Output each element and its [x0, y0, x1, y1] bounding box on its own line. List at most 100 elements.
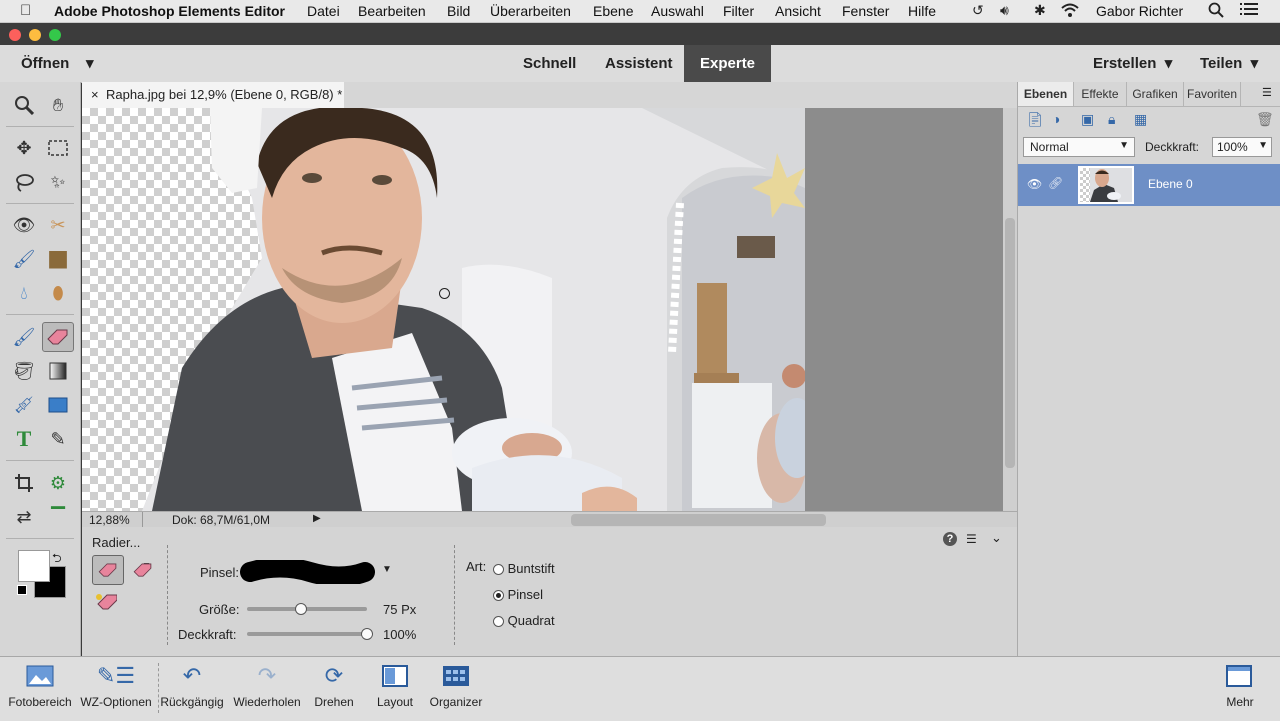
panel-menu-icon[interactable]: ☰ [1262, 86, 1272, 99]
layer-name[interactable]: Ebene 0 [1148, 177, 1193, 191]
lock-transparency-icon[interactable]: ▦ [1134, 111, 1147, 128]
move-tool-icon[interactable]: ✥ [8, 133, 40, 163]
menu-hilfe[interactable]: Hilfe [908, 3, 936, 19]
menu-fenster[interactable]: Fenster [842, 3, 889, 19]
menu-filter[interactable]: Filter [723, 3, 754, 19]
type-option-brush[interactable]: Pinsel [493, 587, 543, 602]
vertical-scrollbar[interactable] [1003, 108, 1017, 511]
background-eraser-icon[interactable] [129, 557, 157, 583]
type-option-pencil[interactable]: Buntstift [493, 561, 555, 576]
type-radio-pencil[interactable] [493, 564, 504, 576]
window-zoom-button[interactable] [49, 29, 61, 41]
tab-effects[interactable]: Effekte [1074, 82, 1127, 106]
add-layer-mask-icon[interactable]: ▣ [1081, 111, 1094, 128]
mode-quick[interactable]: Schnell [523, 45, 576, 82]
horizontal-scroll-thumb[interactable] [571, 514, 826, 526]
eyedropper-tool-icon[interactable]: 💉︎ [8, 390, 40, 420]
delete-layer-icon[interactable]: 🗑︎ [1256, 111, 1274, 128]
open-button[interactable]: Öffnen ▾ [21, 45, 94, 82]
tool-options-button[interactable]: ✎☰ WZ-Optionen [76, 657, 156, 709]
magic-wand-tool-icon[interactable]: ✨︎ [42, 167, 74, 197]
layer-opacity-input[interactable]: 100% ▼ [1212, 137, 1272, 157]
blend-mode-select[interactable]: Normal ▼ [1023, 137, 1135, 157]
eraser-mode-icon[interactable] [92, 555, 124, 585]
mode-guided[interactable]: Assistent [605, 45, 673, 82]
menu-auswahl[interactable]: Auswahl [651, 3, 704, 19]
paint-bucket-tool-icon[interactable]: 🪣︎ [8, 356, 40, 386]
window-minimize-button[interactable] [29, 29, 41, 41]
brush-picker-arrow-icon[interactable]: ▼ [382, 564, 392, 575]
options-menu-icon[interactable]: ☰ [966, 532, 977, 546]
swap-colors-icon[interactable]: ⮌ [52, 549, 62, 570]
app-name-menu[interactable]: Adobe Photoshop Elements Editor [54, 3, 285, 19]
content-aware-move-tool-icon[interactable]: ⇄ [8, 502, 40, 532]
more-button[interactable]: Mehr [1200, 657, 1280, 709]
healing-brush-tool-icon[interactable]: ✂︎ [42, 210, 74, 240]
menu-bild[interactable]: Bild [447, 3, 470, 19]
zoom-level[interactable]: 12,88% [89, 513, 130, 527]
time-machine-icon[interactable]: ↺ [972, 2, 984, 19]
status-menu-arrow-icon[interactable]: ▶ [313, 513, 321, 524]
notification-center-icon[interactable] [1240, 2, 1258, 19]
zoom-tool-icon[interactable] [8, 90, 40, 120]
photo-bin-button[interactable]: Fotobereich [0, 657, 80, 709]
sponge-tool-icon[interactable]: ⬮ [42, 278, 74, 308]
clone-stamp-tool-icon[interactable]: ⬛︎ [42, 244, 74, 274]
lock-all-icon[interactable]: 🔒︎ [1108, 111, 1115, 128]
type-option-square[interactable]: Quadrat [493, 613, 555, 628]
menu-ueberarbeiten[interactable]: Überarbeiten [490, 3, 571, 19]
opacity-slider-thumb[interactable] [361, 628, 373, 640]
new-layer-icon[interactable]: 📄︎ [1026, 111, 1044, 128]
text-tool-icon[interactable]: T [8, 424, 40, 454]
help-icon[interactable]: ? [943, 532, 957, 546]
tab-graphics[interactable]: Grafiken [1127, 82, 1184, 106]
magic-eraser-icon[interactable] [92, 589, 120, 615]
blur-tool-icon[interactable]: 💧︎ [8, 278, 40, 308]
recompose-tool-icon[interactable]: ⚙︎ [42, 468, 74, 498]
apple-icon[interactable]:  [20, 2, 31, 19]
default-colors-icon[interactable] [17, 585, 27, 595]
mode-expert[interactable]: Experte [684, 45, 772, 82]
undo-button[interactable]: ↶ Rückgängig [152, 657, 232, 709]
spotlight-search-icon[interactable] [1208, 2, 1224, 21]
document-tab[interactable]: × Rapha.jpg bei 12,9% (Ebene 0, RGB/8) * [82, 82, 345, 108]
layer-row[interactable]: 👁︎ 🔗︎ Ebene 0 [1018, 164, 1280, 206]
user-name[interactable]: Gabor Richter [1096, 3, 1183, 19]
eraser-tool-icon[interactable] [42, 322, 74, 352]
pencil-tool-icon[interactable]: ✎ [42, 424, 74, 454]
share-button[interactable]: Teilen ▾ [1200, 45, 1258, 82]
smart-brush-tool-icon[interactable]: 🖌︎ [8, 244, 40, 274]
menu-ebene[interactable]: Ebene [593, 3, 633, 19]
menu-bearbeiten[interactable]: Bearbeiten [358, 3, 426, 19]
eye-visibility-icon[interactable]: 👁︎ [1027, 177, 1042, 191]
marquee-tool-icon[interactable] [42, 133, 74, 163]
wifi-icon[interactable] [1060, 2, 1080, 21]
size-slider-thumb[interactable] [295, 603, 307, 615]
menu-ansicht[interactable]: Ansicht [775, 3, 821, 19]
crop-tool-icon[interactable] [8, 468, 40, 498]
vertical-scroll-thumb[interactable] [1005, 218, 1015, 468]
brush-tool-icon[interactable]: 🖌︎ [8, 322, 40, 352]
type-radio-brush[interactable] [493, 590, 504, 602]
link-icon[interactable]: 🔗︎ [1048, 176, 1063, 190]
type-radio-square[interactable] [493, 616, 504, 628]
size-slider[interactable] [247, 607, 367, 611]
tab-favorites[interactable]: Favoriten [1184, 82, 1241, 106]
red-eye-tool-icon[interactable]: 👁︎ [8, 210, 40, 240]
window-close-button[interactable] [9, 29, 21, 41]
image-canvas[interactable] [82, 108, 805, 511]
opacity-chevron-down-icon[interactable]: ▼ [1258, 140, 1268, 151]
volume-icon[interactable]: 🔊︎ [1000, 2, 1009, 19]
straighten-tool-icon[interactable]: ▔ [42, 502, 74, 532]
collapse-options-chevron-down-icon[interactable]: ⌄ [991, 530, 1002, 546]
organizer-button[interactable]: Organizer [416, 657, 496, 709]
create-button[interactable]: Erstellen ▾ [1093, 45, 1172, 82]
menu-datei[interactable]: Datei [307, 3, 340, 19]
gradient-tool-icon[interactable] [42, 356, 74, 386]
opacity-slider[interactable] [247, 632, 367, 636]
bluetooth-icon[interactable]: ✱ [1034, 2, 1046, 19]
close-document-icon[interactable]: × [91, 87, 99, 102]
lasso-tool-icon[interactable] [8, 167, 40, 197]
brush-preview[interactable] [240, 557, 375, 587]
tab-layers[interactable]: Ebenen [1018, 82, 1074, 106]
